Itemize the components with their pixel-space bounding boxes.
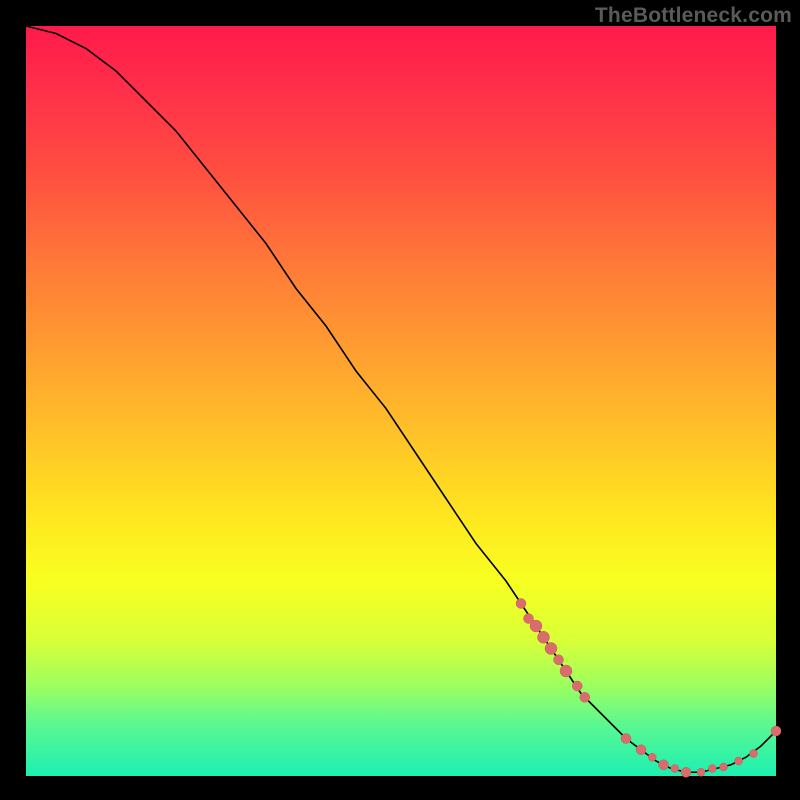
data-marker [530, 620, 542, 632]
data-marker [720, 763, 728, 771]
data-marker [708, 765, 716, 773]
data-marker [636, 745, 646, 755]
watermark-text: TheBottleneck.com [595, 4, 792, 28]
plot-area [26, 26, 776, 776]
data-marker [538, 631, 550, 643]
data-marker [681, 767, 691, 777]
data-markers [516, 599, 781, 778]
data-marker [516, 599, 526, 609]
data-marker [545, 643, 557, 655]
data-marker [750, 750, 758, 758]
data-marker [621, 734, 631, 744]
data-marker [648, 753, 656, 761]
bottleneck-curve [26, 26, 776, 772]
data-marker [554, 655, 564, 665]
chart-svg [26, 26, 776, 776]
data-marker [697, 768, 705, 776]
data-marker [560, 665, 572, 677]
data-marker [771, 726, 781, 736]
data-marker [572, 681, 582, 691]
data-marker [735, 757, 743, 765]
chart-stage: TheBottleneck.com [0, 0, 800, 800]
data-marker [671, 765, 679, 773]
data-marker [659, 760, 669, 770]
data-marker [580, 692, 590, 702]
